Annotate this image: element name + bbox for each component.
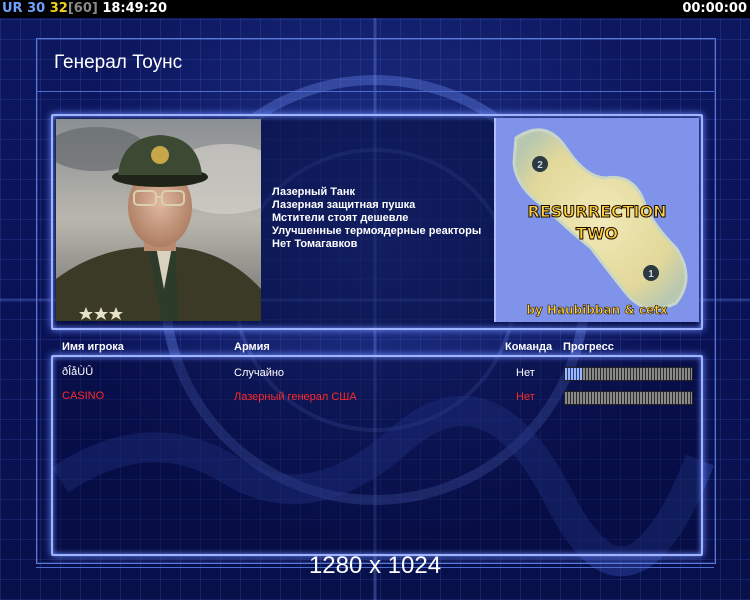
bonus-item: Нет Томагавков [272,238,358,250]
header-player-name: Имя игрока [62,341,124,353]
player-army: Случайно [234,367,285,379]
hud-label: UR [2,1,23,16]
title-divider [36,91,714,92]
general-title: Генерал Тоунс [54,52,183,73]
fps-counter: 30 [27,1,46,16]
player-name: CASINO [62,390,105,402]
player-name: ðÎåÙÛ [62,366,94,378]
player-team: Нет [516,367,535,379]
header-team: Команда [505,341,553,353]
load-progress-bar [564,367,693,381]
fps-max: [60] [67,1,98,16]
general-portrait [56,119,261,321]
bonus-item: Мстители стоят дешевле [272,212,409,224]
map-credit: by Haubibban & cetx [526,303,668,317]
map-title-line2: TWO [576,224,618,243]
map-preview: 2 1 RESURRECTION TWO by Haubibban & cetx [494,118,699,322]
start-marker-label: 2 [537,160,543,171]
fps-counter-2: 32 [49,1,68,16]
header-army: Армия [234,341,270,353]
resolution-label: 1280 x 1024 [308,552,442,579]
general-bonus-list: Лазерный Танк Лазерная защитная пушка Мс… [272,186,481,251]
clock: 18:49:20 [102,1,168,16]
bonus-item: Улучшенные термоядерные реакторы [272,225,482,237]
header-progress: Прогресс [563,341,614,353]
map-title-line1: RESURRECTION [528,202,667,221]
load-progress-bar [564,391,693,405]
game-timer: 00:00:00 [682,1,747,16]
player-team: Нет [516,391,535,403]
bonus-item: Лазерный Танк [272,186,355,198]
status-bar: UR 30 32[60] 18:49:20 00:00:00 [0,0,750,18]
players-panel [51,355,703,556]
start-marker-label: 1 [648,269,654,280]
player-army: Лазерный генерал США [234,391,357,403]
load-progress-fill [565,368,582,380]
bonus-item: Лазерная защитная пушка [272,199,416,211]
